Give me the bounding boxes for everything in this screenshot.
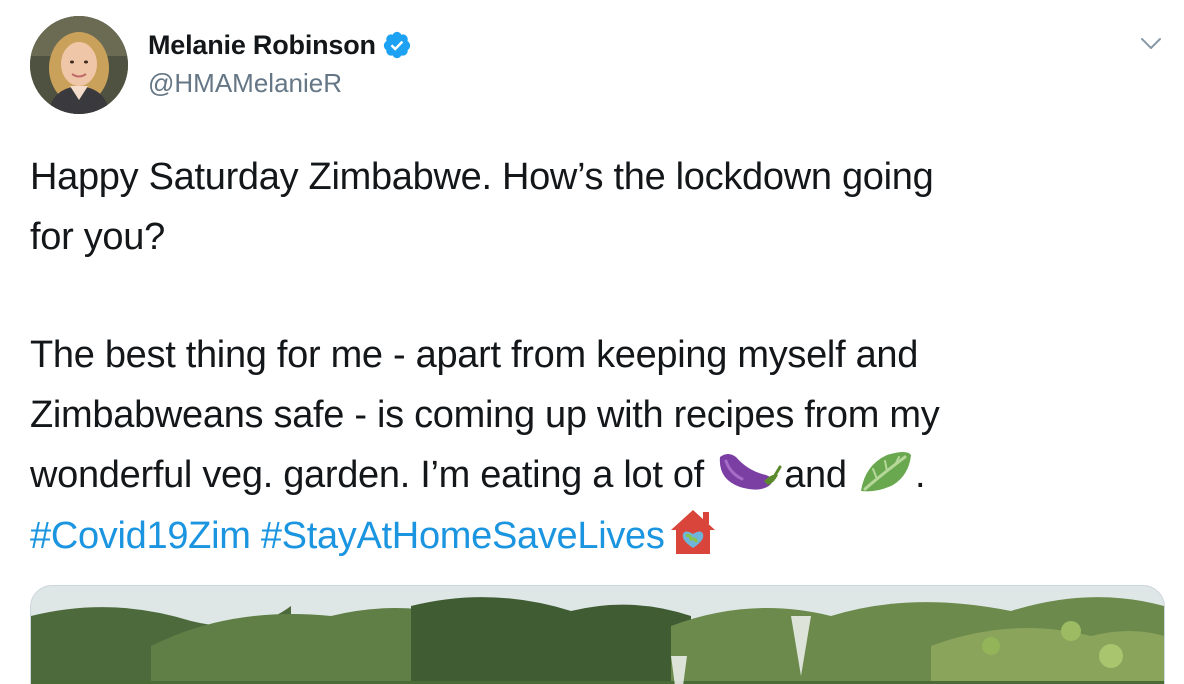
tweet-text-segment: . [914, 454, 926, 496]
tweet-text-segment: and [784, 454, 857, 496]
house-with-earth-heart-icon [670, 509, 715, 554]
garden-photo [31, 586, 1164, 684]
tweet-media-photo[interactable] [30, 585, 1165, 684]
display-name[interactable]: Melanie Robinson [148, 30, 376, 61]
tweet-line: The best thing for me - apart from keepi… [30, 334, 919, 376]
tweet-text: Happy Saturday Zimbabwe. How’s the lockd… [30, 148, 1160, 566]
hashtag-link[interactable]: #Covid19Zim [30, 515, 251, 557]
author-handle[interactable]: @HMAMelanieR [148, 68, 342, 99]
tweet-text-segment: wonderful veg. garden. I’m eating a lot … [30, 454, 715, 496]
verified-badge-icon [383, 31, 410, 59]
tweet-hashtag-line: #Covid19Zim #StayAtHomeSaveLives [30, 506, 1160, 567]
avatar[interactable] [30, 16, 128, 114]
tweet-line: wonderful veg. garden. I’m eating a lot … [30, 445, 1160, 506]
tweet-line: for you? [30, 215, 165, 258]
author-name-row: Melanie Robinson [148, 28, 412, 62]
tweet-line: Happy Saturday Zimbabwe. How’s the lockd… [30, 156, 934, 198]
tweet-card: Melanie Robinson @HMAMelanieR Happy Satu… [0, 0, 1184, 684]
leafy-green-icon [860, 452, 911, 492]
tweet-line: Zimbabweans safe - is coming up with rec… [30, 393, 940, 436]
chevron-down-icon[interactable] [1138, 30, 1164, 56]
eggplant-icon [720, 454, 782, 490]
hashtag-link[interactable]: #StayAtHomeSaveLives [261, 515, 665, 557]
